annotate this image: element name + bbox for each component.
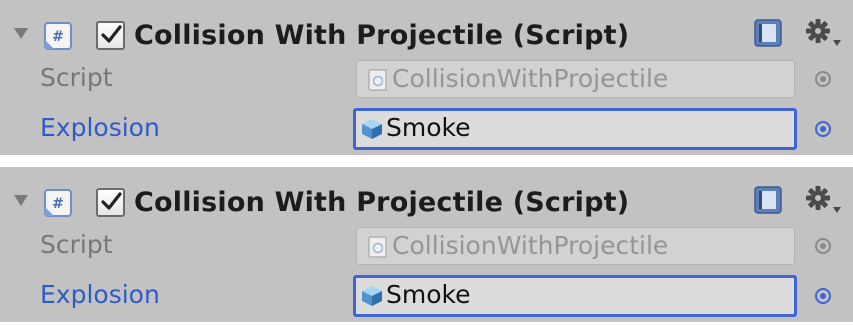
cs-script-icon: # <box>44 22 72 50</box>
explosion-row: Explosion Smoke <box>0 106 853 152</box>
explosion-field-value: Smoke <box>386 113 471 142</box>
explosion-label: Explosion <box>40 280 160 309</box>
prefab-cube-icon <box>362 119 382 139</box>
explosion-field[interactable]: Smoke <box>353 108 797 150</box>
gear-dropdown-icon[interactable] <box>803 16 843 50</box>
explosion-row: Explosion Smoke <box>0 273 853 319</box>
component-title: Collision With Projectile (Script) <box>134 187 630 218</box>
explosion-field-value: Smoke <box>386 280 471 309</box>
explosion-label: Explosion <box>40 113 160 142</box>
script-asset-icon <box>368 69 387 91</box>
script-field-value: CollisionWithProjectile <box>392 64 669 93</box>
script-label: Script <box>40 230 113 259</box>
component-panel: # Collision With Projectile (Script) Scr… <box>0 167 853 322</box>
object-picker-icon[interactable] <box>815 71 831 87</box>
script-row: Script CollisionWithProjectile <box>0 56 853 102</box>
svg-text:#: # <box>52 196 64 212</box>
gear-dropdown-icon[interactable] <box>803 183 843 217</box>
svg-text:#: # <box>52 29 64 45</box>
help-book-icon[interactable] <box>753 18 783 48</box>
script-field: CollisionWithProjectile <box>356 227 795 265</box>
object-picker-icon[interactable] <box>815 288 831 304</box>
checkmark-icon <box>101 25 122 43</box>
component-title: Collision With Projectile (Script) <box>134 20 630 51</box>
object-picker-icon[interactable] <box>815 238 831 254</box>
help-book-icon[interactable] <box>753 185 783 215</box>
enabled-checkbox[interactable] <box>96 188 125 217</box>
checkmark-icon <box>101 192 122 210</box>
object-picker-icon[interactable] <box>815 121 831 137</box>
component-header[interactable]: # Collision With Projectile (Script) <box>0 167 853 223</box>
script-label: Script <box>40 63 113 92</box>
component-panel: # Collision With Projectile (Script) Scr… <box>0 0 853 155</box>
script-row: Script CollisionWithProjectile <box>0 223 853 269</box>
foldout-triangle-icon[interactable] <box>14 28 28 39</box>
foldout-triangle-icon[interactable] <box>14 195 28 206</box>
script-field-value: CollisionWithProjectile <box>392 231 669 260</box>
enabled-checkbox[interactable] <box>96 21 125 50</box>
script-field: CollisionWithProjectile <box>356 60 795 98</box>
explosion-field[interactable]: Smoke <box>353 275 797 317</box>
script-asset-icon <box>368 236 387 258</box>
component-header[interactable]: # Collision With Projectile (Script) <box>0 0 853 56</box>
cs-script-icon: # <box>44 189 72 217</box>
prefab-cube-icon <box>362 286 382 306</box>
